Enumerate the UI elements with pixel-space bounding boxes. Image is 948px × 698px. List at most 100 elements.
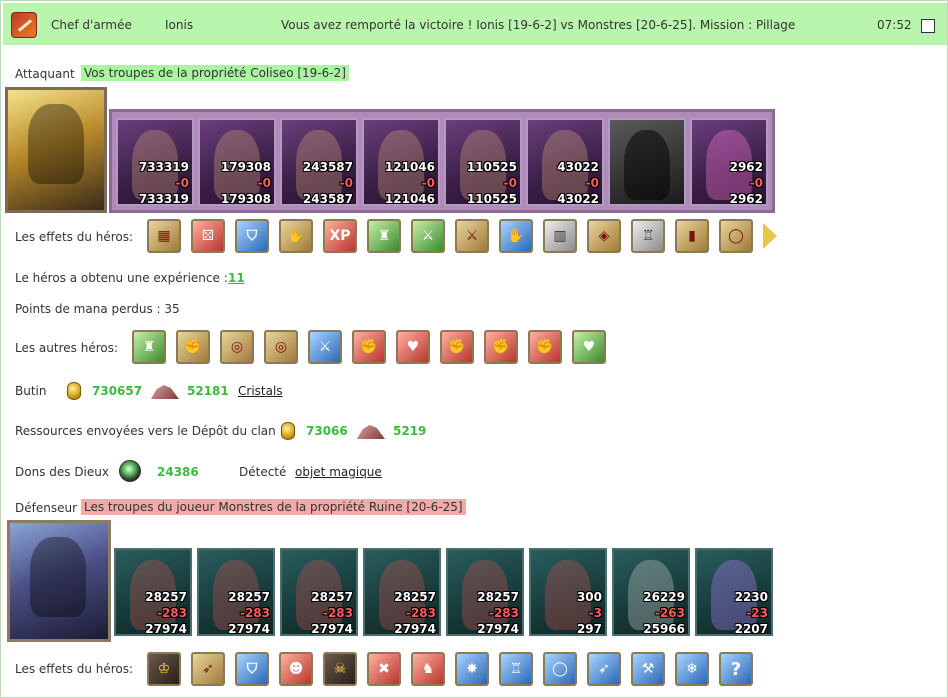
attacker-unit-7[interactable] [608, 118, 686, 206]
magic-orb-icon [119, 460, 141, 482]
unit-loss: -0 [503, 176, 517, 190]
unit-end: 733319 [138, 192, 189, 206]
armor-icon[interactable]: ♖ [631, 219, 665, 253]
unit-loss: -0 [257, 176, 271, 190]
gold-icon [67, 382, 81, 400]
ice-crystal-icon[interactable]: ❄ [675, 652, 709, 686]
unit-end: 27974 [311, 622, 353, 636]
defender-effects-label: Les effets du héros: [15, 662, 134, 676]
unit-loss: -283 [239, 606, 270, 620]
clan-crystal-value: 5219 [393, 424, 427, 438]
scroll-right-arrow-icon[interactable] [761, 219, 777, 253]
attacker-hero-portrait[interactable] [5, 87, 107, 213]
ice-spikes-icon[interactable]: ✸ [455, 652, 489, 686]
unit-start: 121046 [384, 160, 435, 174]
role-label: Chef d'armée [51, 18, 132, 32]
question-icon[interactable]: ? [719, 652, 753, 686]
magic-item-link[interactable]: objet magique [295, 465, 382, 479]
fort-icon[interactable]: ▦ [147, 219, 181, 253]
clan-label: Ressources envoyées vers le Dépôt du cla… [15, 424, 276, 438]
unit-start: 179308 [220, 160, 271, 174]
unit-loss: -283 [322, 606, 353, 620]
defender-unit-5[interactable]: 28257 -283 27974 [446, 548, 524, 636]
unit-start: 28257 [477, 590, 519, 604]
barrel-icon[interactable]: ▥ [543, 219, 577, 253]
skeleton-icon[interactable]: ☠ [323, 652, 357, 686]
ring-icon[interactable]: ◯ [719, 219, 753, 253]
ice-armor-icon[interactable]: ♖ [499, 652, 533, 686]
defender-unit-2[interactable]: 28257 -283 27974 [197, 548, 275, 636]
shield-icon[interactable]: ⛉ [235, 219, 269, 253]
arrows-icon[interactable]: ➶ [191, 652, 225, 686]
handshake-sword-icon[interactable]: ⚔ [455, 219, 489, 253]
fist-red-3-icon[interactable]: ✊ [484, 330, 518, 364]
xp-hero-icon[interactable]: ♜ [367, 219, 401, 253]
attacker-unit-6[interactable]: 43022 -0 43022 [526, 118, 604, 206]
ice-bow-icon[interactable]: ➶ [587, 652, 621, 686]
coins-hand-2-icon[interactable]: ◎ [264, 330, 298, 364]
unit-loss: -263 [654, 606, 685, 620]
crystal-icon [151, 385, 179, 399]
gifts-label: Dons des Dieux [15, 465, 109, 479]
unit-loss: -283 [156, 606, 187, 620]
crystals-link[interactable]: Cristals [238, 384, 283, 398]
ice-hammer-icon[interactable]: ⚒ [631, 652, 665, 686]
shield-icon[interactable]: ⛉ [235, 652, 269, 686]
fist-red-4-icon[interactable]: ✊ [528, 330, 562, 364]
attacker-unit-1[interactable]: 733319 -0 733319 [116, 118, 194, 206]
loot-gold-value: 730657 [92, 384, 143, 398]
attacker-description: Vos troupes de la propriété Coliseo [19-… [81, 65, 349, 81]
helmet-icon[interactable]: ♔ [147, 652, 181, 686]
unit-end: 121046 [384, 192, 435, 206]
unit-end: 27974 [145, 622, 187, 636]
detected-label: Détecté [239, 465, 287, 479]
defender-unit-3[interactable]: 28257 -283 27974 [280, 548, 358, 636]
unit-start: 2962 [729, 160, 763, 174]
fist-red-icon[interactable]: ✊ [352, 330, 386, 364]
defender-hero-portrait[interactable] [7, 520, 111, 642]
boots-icon[interactable]: ▮ [675, 219, 709, 253]
heart-statue-icon[interactable]: ♥ [572, 330, 606, 364]
defender-description: Les troupes du joueur Monstres de la pro… [81, 499, 466, 515]
experience-value[interactable]: 11 [228, 271, 245, 285]
defender-unit-1[interactable]: 28257 -283 27974 [114, 548, 192, 636]
defender-unit-8[interactable]: 2230 -23 2207 [695, 548, 773, 636]
unit-end: 43022 [557, 192, 599, 206]
defender-unit-4[interactable]: 28257 -283 27974 [363, 548, 441, 636]
axes-icon[interactable]: ✖ [367, 652, 401, 686]
clan-gold-value: 73066 [306, 424, 348, 438]
ogre-icon[interactable]: ☻ [279, 652, 313, 686]
attacker-unit-8[interactable]: 2962 -0 2962 [690, 118, 768, 206]
ice-ring-icon[interactable]: ◯ [543, 652, 577, 686]
unit-start: 28257 [145, 590, 187, 604]
loot-crystal-value: 52181 [187, 384, 229, 398]
unit-start: 2230 [734, 590, 768, 604]
sword-icon[interactable]: ⚔ [308, 330, 342, 364]
battle-report: Chef d'armée Ionis Vous avez remporté la… [0, 0, 948, 698]
xp-icon[interactable]: XP [323, 219, 357, 253]
unit-loss: -0 [421, 176, 435, 190]
unit-end: 27974 [477, 622, 519, 636]
heart-sword-icon[interactable]: ♥ [396, 330, 430, 364]
defender-unit-6[interactable]: 300 -3 297 [529, 548, 607, 636]
unit-loss: -0 [175, 176, 189, 190]
hand-icon[interactable]: ✋ [499, 219, 533, 253]
unit-start: 43022 [557, 160, 599, 174]
select-checkbox[interactable] [921, 19, 935, 33]
attacker-unit-3[interactable]: 243587 -0 243587 [280, 118, 358, 206]
attacker-unit-4[interactable]: 121046 -0 121046 [362, 118, 440, 206]
defender-unit-7[interactable]: 26229 -263 25966 [612, 548, 690, 636]
fist-red-2-icon[interactable]: ✊ [440, 330, 474, 364]
crystal-icon [357, 425, 385, 439]
lantern-icon[interactable]: ◈ [587, 219, 621, 253]
fist-icon[interactable]: ✊ [176, 330, 210, 364]
report-header: Chef d'armée Ionis Vous avez remporté la… [3, 3, 947, 45]
attacker-unit-5[interactable]: 110525 -0 110525 [444, 118, 522, 206]
dice-icon[interactable]: ⚄ [191, 219, 225, 253]
lion-icon[interactable]: ♞ [411, 652, 445, 686]
sword-icon[interactable]: ⚔ [411, 219, 445, 253]
handshake-icon[interactable]: ✋ [279, 219, 313, 253]
attacker-unit-2[interactable]: 179308 -0 179308 [198, 118, 276, 206]
sword-statue-icon[interactable]: ♜ [132, 330, 166, 364]
coins-hand-icon[interactable]: ◎ [220, 330, 254, 364]
